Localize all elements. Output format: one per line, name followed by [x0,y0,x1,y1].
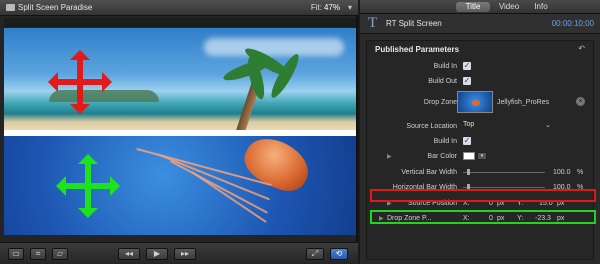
play-icon[interactable]: ▶ [146,248,168,260]
source-location-select[interactable]: Top [463,121,474,128]
build-in-label: Build In [433,63,457,70]
vertical-bar-slider[interactable] [463,169,545,175]
build-out-checkbox[interactable]: ✓ [463,77,471,85]
arrow-up-icon [78,154,98,164]
build-in-2-label: Build In [433,138,457,145]
tab-title[interactable]: Title [456,2,490,12]
section-title: Published Parameters [375,45,460,54]
drop-zone-clip: Jellyfish_ProRes [497,99,550,106]
row-drop-zone: Drop Zone Jellyfish_ProRes × [367,91,595,115]
row-build-out: Build Out ✓ [367,76,595,88]
fit-label: Fit: [310,3,322,12]
tab-info[interactable]: Info [528,2,554,12]
fit-value[interactable]: 47% [324,3,340,12]
row-build-in: Build In ✓ [367,61,595,73]
chevron-down-icon[interactable]: ▾ [348,3,352,12]
build-out-label: Build Out [428,78,457,85]
build-in-2-checkbox[interactable]: ✓ [463,137,471,145]
jellyfish-thumb [472,100,480,106]
vertical-bar-value[interactable]: 100.0 [553,169,571,176]
disclosure-icon[interactable]: ▶ [387,153,392,160]
published-parameters: Published Parameters ↶ Build In ✓ Build … [366,40,594,260]
arrow-bar [77,56,83,108]
clapper-icon [6,4,15,11]
distort-icon[interactable]: ▱ [52,248,68,260]
inspector-header: T RT Split Screen 00:00:10;00 [360,14,600,34]
viewer-title-bar: Split Sceen Paradise Fit: 47% ▾ [0,0,358,16]
arrow-left-icon [48,72,58,92]
slider-knob[interactable] [467,169,470,175]
arrow-right-icon [102,72,112,92]
beach-image [4,28,356,144]
chevron-down-icon[interactable]: ⌄ [545,121,551,129]
row-build-in-2: Build In ✓ [367,136,595,148]
row-bar-color: ▶ Bar Color ▾ [367,151,595,163]
jellyfish-bell [237,129,317,199]
vertical-bar-unit: % [577,169,584,176]
viewer-panel: Split Sceen Paradise Fit: 47% ▾ ▭ ⌗ ▱ ◂◂… [0,0,358,264]
row-vertical-bar-width: Vertical Bar Width 100.0 % [367,167,595,179]
move-arrows-bottom[interactable] [56,154,120,218]
clouds [204,38,344,56]
horizontal-bar-slider[interactable] [463,184,545,190]
arrow-up-icon [70,50,90,60]
loop-icon[interactable]: ⟲ [330,248,348,260]
video-canvas[interactable] [4,28,356,235]
bar-color-swatch[interactable] [463,152,475,160]
source-location-label: Source Location [406,123,457,130]
viewer-title-text: Split Sceen Paradise [18,3,93,12]
drop-zone-position-highlight [370,210,596,224]
clear-icon[interactable]: × [576,97,585,106]
chevron-down-icon[interactable]: ▾ [477,152,487,160]
forward-icon[interactable]: ▸▸ [174,248,196,260]
bar-color-label: Bar Color [427,153,457,160]
drop-zone-well[interactable] [457,91,493,113]
arrow-right-icon [110,176,120,196]
tab-video[interactable]: Video [494,2,524,12]
viewer-title: Split Sceen Paradise [6,3,92,12]
build-in-checkbox[interactable]: ✓ [463,62,471,70]
vertical-bar-width-label: Vertical Bar Width [401,169,457,176]
inspector-tabs: Title Video Info [360,0,600,14]
row-source-location: Source Location Top ⌄ [367,121,595,133]
timecode: 00:00:10;00 [551,19,594,28]
viewer-ruler [4,18,356,27]
arrow-bar [85,160,91,212]
filmstrip-icon[interactable]: ▭ [8,248,24,260]
crop-icon[interactable]: ⌗ [30,248,46,260]
source-position-highlight [370,189,596,202]
effect-name: RT Split Screen [386,19,442,28]
arrow-down-icon [70,104,90,114]
inspector-panel: Title Video Info T RT Split Screen 00:00… [360,0,600,264]
fullscreen-icon[interactable]: ⤢ [306,248,324,260]
arrow-down-icon [78,208,98,218]
transport-bar: ▭ ⌗ ▱ ◂◂ ▶ ▸▸ ⤢ ⟲ [0,242,358,264]
title-effect-icon: T [368,15,378,31]
rewind-icon[interactable]: ◂◂ [118,248,140,260]
move-arrows-top[interactable] [48,50,112,114]
jellyfish-image [4,129,356,235]
drop-zone-label: Drop Zone [423,99,457,106]
reset-icon[interactable]: ↶ [578,44,585,53]
arrow-left-icon [56,176,66,196]
